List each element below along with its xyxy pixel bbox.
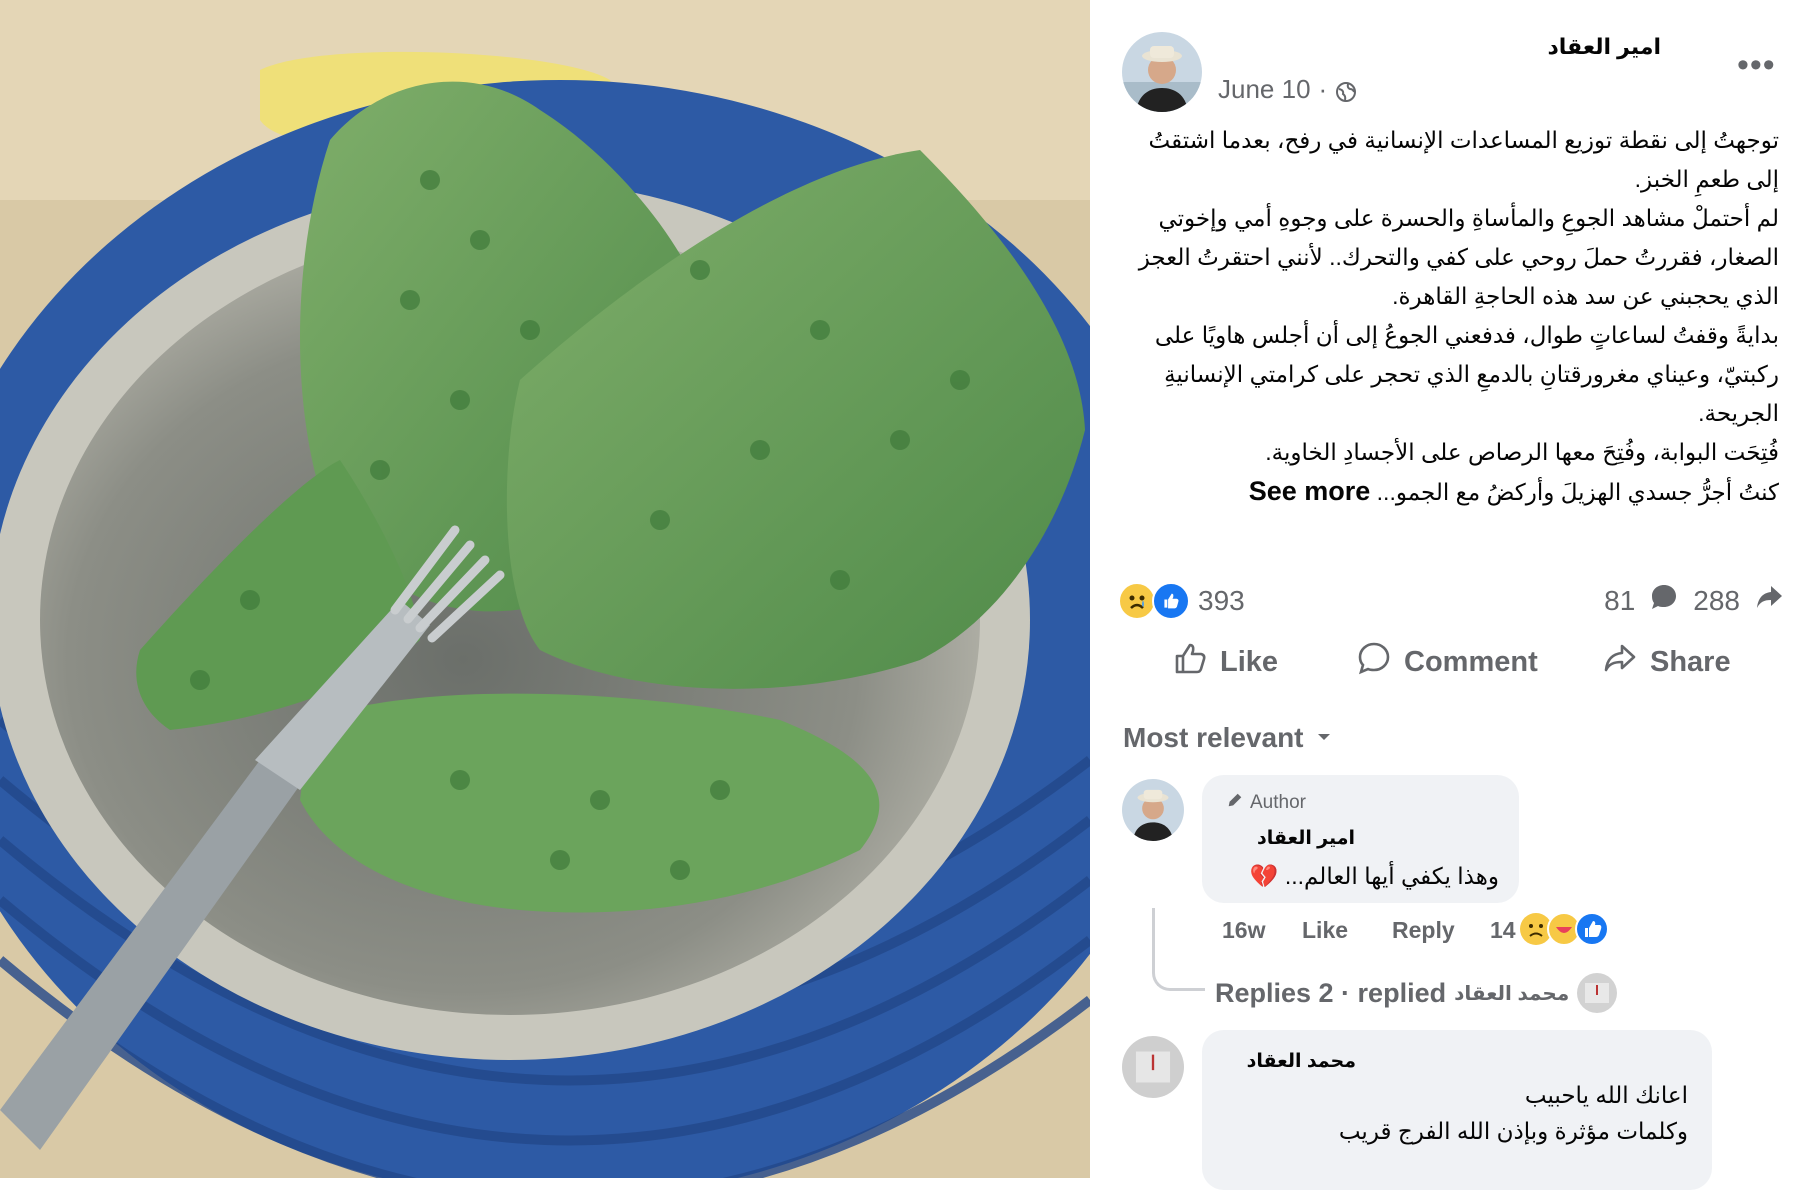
comment-sort-dropdown[interactable]: Most relevant — [1123, 722, 1334, 754]
comment-avatar[interactable] — [1122, 779, 1184, 841]
comments-count[interactable]: 81 — [1604, 585, 1635, 617]
author-badge: Author — [1226, 791, 1306, 815]
comment-icon — [1356, 640, 1392, 684]
cactus-pad-photo — [0, 0, 1090, 1178]
comment-time[interactable]: 16w — [1222, 917, 1265, 944]
sort-label: Most relevant — [1123, 722, 1304, 753]
globe-icon[interactable] — [1335, 79, 1357, 102]
comment-text: وهذا يكفي أيها العالم... 💔 — [1250, 863, 1499, 890]
post-paragraph: لم أحتملْ مشاهد الجوعِ والمأساةِ والحسرة… — [1138, 205, 1779, 309]
author-name[interactable]: امير العقاد — [1547, 34, 1661, 60]
post-panel: امير العقاد ••• June 10 · توجهتُ إلى نقط… — [1090, 0, 1804, 1190]
reactions-summary[interactable]: 393 — [1118, 582, 1245, 620]
share-button[interactable]: Share — [1602, 640, 1731, 684]
pencil-icon — [1226, 791, 1244, 815]
post-text: توجهتُ إلى نقطة توزيع المساعدات الإنساني… — [1124, 121, 1779, 512]
comment-bubble: محمد العقاد اعانك الله ياحبيب وكلمات مؤث… — [1202, 1030, 1712, 1190]
sad-reaction-icon — [1118, 582, 1156, 620]
comment-reply-button[interactable]: Reply — [1392, 917, 1455, 944]
truncated-line: كنتُ أجرُّ جسدي الهزيلَ وأركضُ مع الجمو.… — [1376, 479, 1779, 505]
reply-thread-line — [1152, 908, 1205, 991]
post-paragraph: بدايةً وقفتُ لساعاتٍ طوال، فدفعني الجوعُ… — [1154, 322, 1779, 426]
author-badge-label: Author — [1250, 792, 1306, 813]
author-avatar[interactable] — [1122, 32, 1202, 112]
like-label: Like — [1220, 645, 1279, 678]
replier-avatar — [1577, 973, 1618, 1013]
post-photo[interactable] — [0, 0, 1090, 1178]
comment-reaction-icons[interactable] — [1518, 911, 1618, 953]
comment-avatar[interactable] — [1122, 1036, 1184, 1098]
comment-body: وهذا يكفي أيها العالم... — [1284, 863, 1499, 889]
comment-button[interactable]: Comment — [1356, 640, 1538, 684]
replied-by-name: محمد العقاد — [1454, 982, 1570, 1005]
commenter-name[interactable]: امير العقاد — [1257, 827, 1355, 850]
like-reaction-icon — [1152, 582, 1190, 620]
post-paragraph: توجهتُ إلى نقطة توزيع المساعدات الإنساني… — [1148, 127, 1779, 192]
more-options-button[interactable]: ••• — [1737, 48, 1776, 82]
share-icon — [1602, 640, 1638, 684]
action-bar: Like Comment Share — [1090, 640, 1804, 700]
comment-line: اعانك الله ياحبيب — [1524, 1082, 1688, 1108]
replies-label: Replies 2 · replied — [1215, 977, 1447, 1008]
comment-reaction-count[interactable]: 14 — [1490, 917, 1516, 944]
see-more-link[interactable]: See more — [1249, 476, 1371, 506]
comment-line: وكلمات مؤثرة وبإذن الله الفرج قريب — [1338, 1118, 1688, 1144]
post-meta: June 10 · — [1218, 74, 1357, 105]
post-last-line: كنتُ أجرُّ جسدي الهزيلَ وأركضُ مع الجمو.… — [1124, 472, 1779, 512]
share-count-icon — [1754, 582, 1784, 619]
commenter-name[interactable]: محمد العقاد — [1247, 1050, 1356, 1073]
comment-count-icon — [1649, 582, 1679, 619]
reactions-count[interactable]: 393 — [1198, 585, 1245, 617]
thumbs-up-icon — [1172, 640, 1208, 684]
share-label: Share — [1650, 645, 1731, 678]
broken-heart-emoji: 💔 — [1249, 863, 1279, 889]
comment-bubble: Author امير العقاد وهذا يكفي أيها العالم… — [1202, 775, 1519, 903]
post-paragraph: فُتِحَت البوابة، وفُتِحَ معها الرصاص على… — [1265, 439, 1779, 465]
comment-label: Comment — [1404, 645, 1538, 678]
view-replies-link[interactable]: Replies 2 · replied محمد العقاد — [1215, 973, 1618, 1013]
engagement-stats: 81 288 — [1604, 582, 1784, 619]
meta-separator: · — [1318, 74, 1328, 104]
comment-like-button[interactable]: Like — [1302, 917, 1348, 944]
post-date[interactable]: June 10 — [1218, 74, 1311, 105]
chevron-down-icon — [1314, 722, 1334, 754]
shares-count[interactable]: 288 — [1693, 585, 1740, 617]
like-button[interactable]: Like — [1172, 640, 1278, 684]
